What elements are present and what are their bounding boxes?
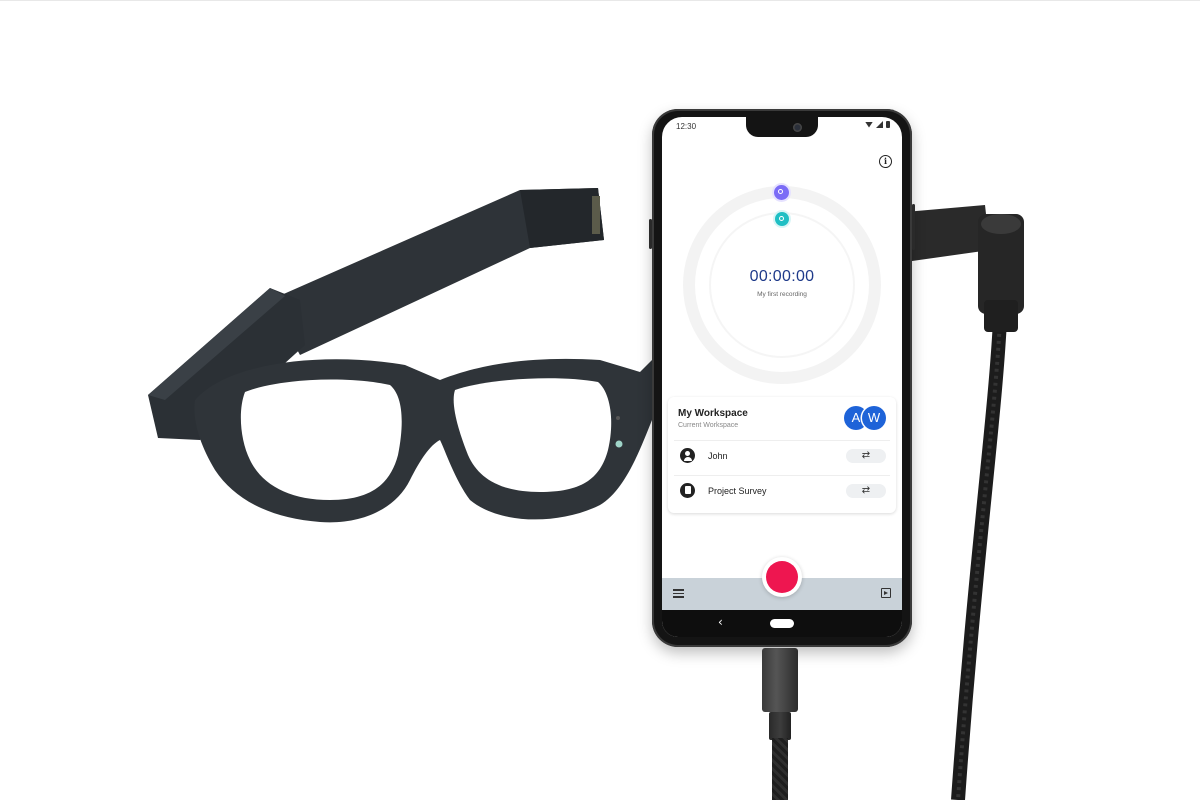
menu-icon[interactable] xyxy=(673,589,684,598)
workspace-title[interactable]: My Workspace xyxy=(678,408,748,419)
usb-c-plug xyxy=(762,648,798,712)
glasses-frame xyxy=(194,358,652,523)
recording-name: My first recording xyxy=(757,291,807,298)
info-icon[interactable]: i xyxy=(879,155,892,168)
phone-side-button xyxy=(649,219,652,249)
recording-timer: 00:00:00 xyxy=(749,268,815,285)
phone-screen: 12:30 i 00:00:00 My first recording My W… xyxy=(662,117,902,637)
wearer-label: John xyxy=(708,451,728,461)
product-scene xyxy=(148,188,1024,800)
play-library-icon[interactable] xyxy=(881,588,891,598)
glasses-temple xyxy=(270,188,604,355)
back-icon[interactable]: ‹ xyxy=(718,615,723,629)
right-connector xyxy=(905,205,1024,332)
glasses-cable xyxy=(951,319,1007,800)
system-nav-bar: ‹ xyxy=(662,610,902,637)
record-button[interactable] xyxy=(762,557,802,597)
usb-cable xyxy=(772,738,788,800)
workspace-card: My Workspace Current Workspace A W John … xyxy=(668,397,896,513)
eye-camera-icon[interactable] xyxy=(775,212,789,226)
switch-wearer-button[interactable]: ⇄ xyxy=(846,449,886,463)
phone: 12:30 i 00:00:00 My first recording My W… xyxy=(649,109,915,647)
avatar[interactable]: W xyxy=(862,406,886,430)
wifi-icon xyxy=(865,121,873,128)
usb-c-neck xyxy=(769,712,791,740)
document-icon xyxy=(680,483,695,498)
phone-power-button xyxy=(912,204,915,250)
person-icon xyxy=(680,448,695,463)
front-camera xyxy=(793,123,802,132)
signal-icon xyxy=(876,121,883,128)
status-icons xyxy=(865,121,890,128)
divider xyxy=(674,440,890,441)
home-icon[interactable] xyxy=(770,619,794,628)
switch-template-button[interactable]: ⇄ xyxy=(846,484,886,498)
template-label: Project Survey xyxy=(708,486,767,496)
divider xyxy=(674,475,890,476)
screen-notch xyxy=(746,117,818,137)
status-time: 12:30 xyxy=(676,122,697,131)
workspace-subtitle: Current Workspace xyxy=(678,422,739,429)
scene-camera-icon[interactable] xyxy=(774,185,789,200)
battery-icon xyxy=(886,121,890,128)
